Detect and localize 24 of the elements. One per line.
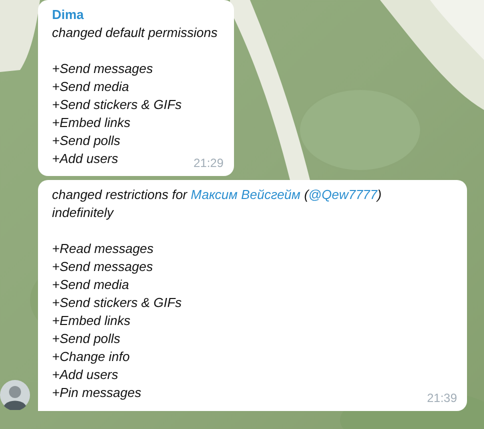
permission-item: +Send stickers & GIFs bbox=[52, 96, 182, 114]
sender-name[interactable]: Dima bbox=[52, 6, 84, 24]
permission-item: +Read messages bbox=[52, 240, 154, 258]
permission-item: +Embed links bbox=[52, 114, 130, 132]
permission-item: +Change info bbox=[52, 348, 130, 366]
permission-item: +Send messages bbox=[52, 60, 153, 78]
permission-item: +Pin messages bbox=[52, 384, 142, 402]
user-link[interactable]: @Qew7777 bbox=[308, 187, 378, 202]
action-text: changed default permissions bbox=[52, 24, 218, 42]
action-text: changed restrictions for Максим Вейсгейм (@Qew7777) bbox=[52, 186, 382, 204]
user-link[interactable]: Максим Вейсгейм bbox=[190, 187, 300, 202]
duration-text: indefinitely bbox=[52, 204, 114, 222]
permission-item: +Add users bbox=[52, 150, 118, 168]
avatar[interactable] bbox=[0, 380, 30, 410]
permission-item: +Send polls bbox=[52, 330, 120, 348]
permission-item: +Send media bbox=[52, 78, 129, 96]
permission-item: +Add users bbox=[52, 366, 118, 384]
message-time: 21:39 bbox=[426, 390, 457, 407]
permission-item: +Send stickers & GIFs bbox=[52, 294, 182, 312]
permission-item: +Send media bbox=[52, 276, 129, 294]
permission-item: +Send messages bbox=[52, 258, 153, 276]
permission-item: +Embed links bbox=[52, 312, 130, 330]
permission-item: +Send polls bbox=[52, 132, 120, 150]
message-time: 21:29 bbox=[193, 155, 224, 172]
